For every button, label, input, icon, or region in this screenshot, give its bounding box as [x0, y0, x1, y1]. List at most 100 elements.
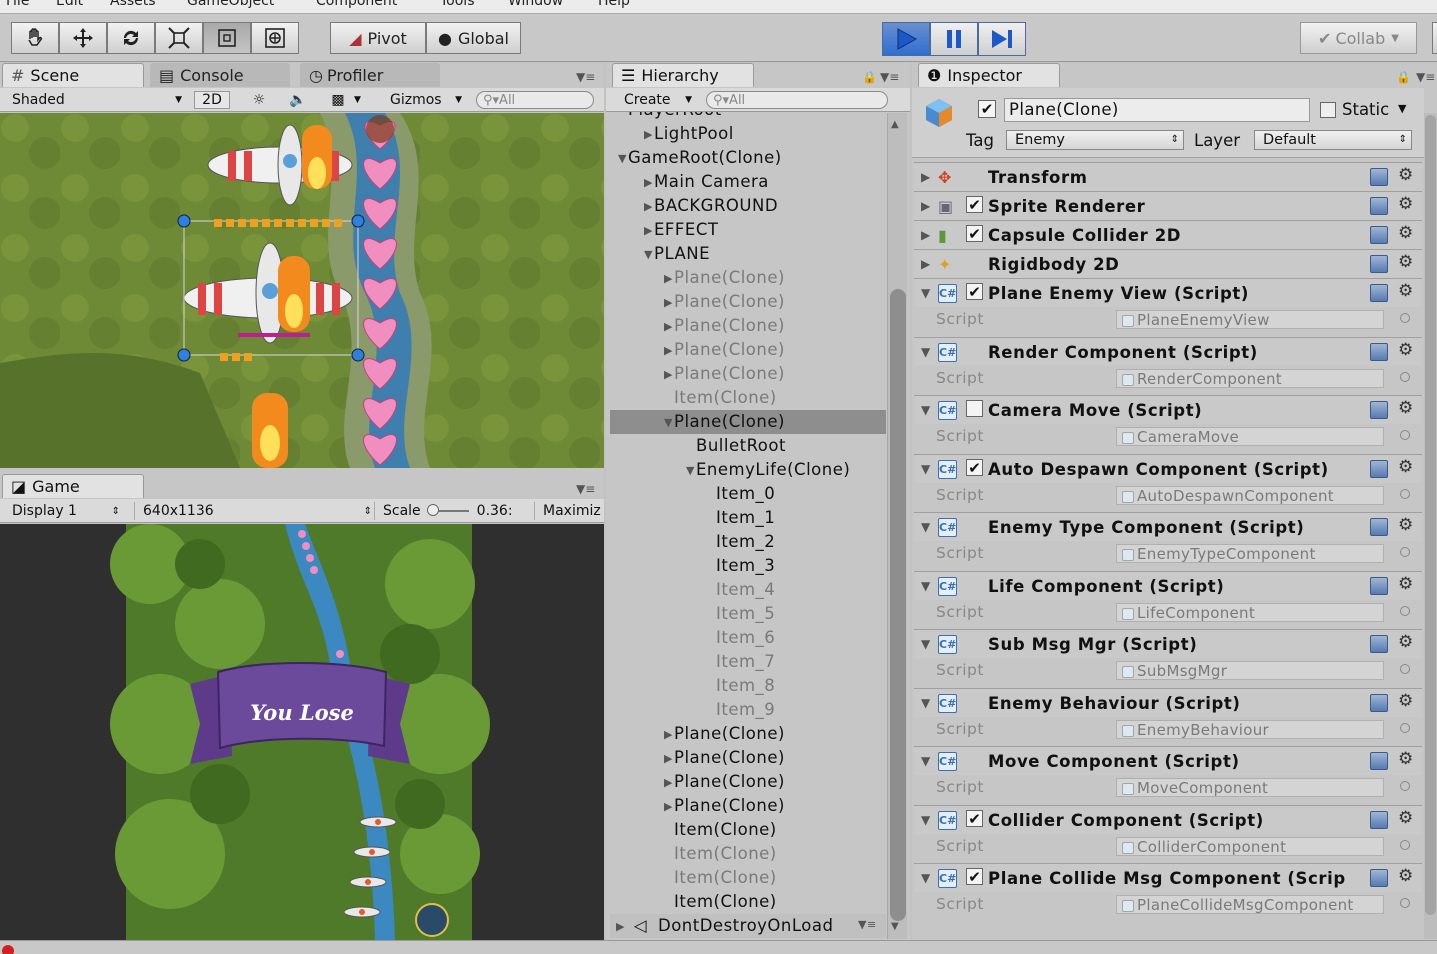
script-field-value[interactable]: EnemyTypeComponent [1116, 544, 1384, 563]
tab-hierarchy[interactable]: ☰ Hierarchy [612, 63, 754, 87]
expand-right-icon[interactable]: ▶ [921, 199, 930, 213]
gear-icon[interactable]: ⚙ [1398, 165, 1413, 185]
help-book-icon[interactable] [1370, 576, 1388, 595]
hierarchy-row[interactable]: Item_3 [610, 554, 886, 578]
expand-right-icon[interactable]: ▶ [664, 296, 674, 309]
component-header[interactable]: ▼ C# ✔ Auto Despawn Component (Script) ⚙ [914, 453, 1422, 483]
scene-menu-icon[interactable]: ▼≡ [858, 918, 877, 931]
object-picker-icon[interactable] [1400, 547, 1410, 557]
help-book-icon[interactable] [1370, 255, 1388, 273]
tab-profiler[interactable]: ◷ Profiler [300, 63, 440, 87]
component-header[interactable]: ▼ C# ✔ Plane Enemy View (Script) ⚙ [914, 278, 1422, 307]
menu-component[interactable]: Component [316, 0, 397, 9]
hierarchy-row[interactable]: Item_8 [610, 674, 886, 698]
expand-down-icon[interactable]: ▼ [921, 286, 930, 300]
lock-icon[interactable]: 🔒 [1396, 70, 1411, 84]
object-picker-icon[interactable] [1400, 664, 1410, 674]
gear-icon[interactable]: ⚙ [1398, 574, 1413, 594]
expand-down-icon[interactable]: ▼ [921, 637, 930, 651]
pause-button[interactable] [930, 22, 978, 56]
expand-down-icon[interactable]: ▼ [921, 462, 930, 476]
expand-down-icon[interactable]: ▼ [644, 248, 654, 261]
rotate-tool-button[interactable] [107, 22, 155, 54]
component-enabled-checkbox[interactable]: ✔ [966, 196, 983, 213]
script-field-value[interactable]: CameraMove [1116, 427, 1384, 446]
gear-icon[interactable]: ⚙ [1398, 340, 1413, 360]
hierarchy-row[interactable]: Item_5 [610, 602, 886, 626]
layer-dropdown[interactable]: Default ⇕ [1254, 130, 1412, 150]
component-header[interactable]: ▶ ✥ Transform ⚙ [914, 162, 1422, 191]
expand-down-icon[interactable]: ▼ [921, 813, 930, 827]
component-enabled-checkbox[interactable]: ✔ [966, 809, 983, 827]
panel-menu-icon[interactable]: ▼≡ [576, 70, 595, 84]
global-toggle[interactable]: ● Global [426, 22, 521, 54]
help-book-icon[interactable] [1370, 693, 1388, 712]
menu-gameobject[interactable]: GameObject [187, 0, 274, 9]
component-enabled-checkbox[interactable] [966, 400, 983, 417]
script-field-value[interactable]: LifeComponent [1116, 602, 1384, 622]
expand-down-icon[interactable]: ▼ [921, 403, 930, 417]
gear-icon[interactable]: ⚙ [1398, 252, 1413, 272]
tab-console[interactable]: ▤ Console [150, 63, 290, 87]
gear-icon[interactable]: ⚙ [1398, 866, 1413, 886]
help-book-icon[interactable] [1370, 518, 1388, 536]
hierarchy-row[interactable]: Item_7 [610, 650, 886, 674]
expand-down-icon[interactable]: ▼ [921, 871, 930, 885]
object-picker-icon[interactable] [1400, 430, 1410, 440]
hierarchy-row[interactable]: ▼ GameRoot(Clone) [610, 146, 886, 170]
component-header[interactable]: ▼ C# Enemy Behaviour (Script) ⚙ [914, 687, 1422, 717]
script-field-value[interactable]: ColliderComponent [1116, 836, 1384, 856]
help-book-icon[interactable] [1370, 459, 1388, 478]
collab-button[interactable]: ✔ Collab ▼ [1300, 22, 1417, 54]
help-book-icon[interactable] [1370, 284, 1388, 302]
component-enabled-checkbox[interactable]: ✔ [966, 458, 983, 476]
expand-right-icon[interactable]: ▶ [664, 752, 674, 765]
object-picker-icon[interactable] [1400, 371, 1410, 382]
component-enabled-checkbox[interactable]: ✔ [966, 283, 983, 300]
expand-right-icon[interactable]: ▶ [664, 728, 674, 741]
scene-viewport[interactable] [0, 113, 604, 468]
expand-right-icon[interactable]: ▶ [644, 224, 654, 237]
gear-icon[interactable]: ⚙ [1398, 808, 1413, 828]
component-header[interactable]: ▶ ▮ ✔ Capsule Collider 2D ⚙ [914, 220, 1422, 249]
inspector-scroll-thumb[interactable] [1425, 115, 1436, 915]
hierarchy-row[interactable]: ▼ Plane(Clone) [610, 410, 886, 434]
shading-dropdown[interactable]: Shaded ▼ [12, 91, 182, 109]
scale-tool-button[interactable] [155, 22, 203, 54]
gear-icon[interactable]: ⚙ [1398, 457, 1413, 477]
gear-icon[interactable]: ⚙ [1398, 749, 1413, 769]
expand-down-icon[interactable]: ▼ [921, 345, 930, 359]
component-header[interactable]: ▶ ▣ ✔ Sprite Renderer ⚙ [914, 191, 1422, 220]
hierarchy-row[interactable]: ▶ Plane(Clone) [610, 770, 886, 794]
menu-help[interactable]: Help [598, 0, 630, 9]
scroll-up-icon[interactable]: ▲ [891, 119, 899, 130]
help-book-icon[interactable] [1370, 810, 1388, 829]
component-header[interactable]: ▼ C# Move Component (Script) ⚙ [914, 746, 1422, 775]
resolution-dropdown[interactable]: 640x1136 ⇕ [134, 502, 372, 520]
panel-menu-icon[interactable]: ▼≡ [1416, 70, 1435, 84]
object-name-input[interactable]: Plane(Clone) [1004, 98, 1310, 122]
hierarchy-row[interactable]: PlayerRoot [610, 112, 886, 122]
scale-slider-thumb[interactable] [426, 504, 439, 516]
hierarchy-row[interactable]: Item(Clone) [610, 818, 886, 842]
active-checkbox[interactable]: ✔ [978, 100, 996, 118]
component-header[interactable]: ▼ C# ✔ Plane Collide Msg Component (Scrip ⚙ [914, 863, 1422, 892]
tab-scene[interactable]: # Scene [2, 63, 144, 87]
tab-inspector[interactable]: ❶ Inspector [918, 63, 1060, 87]
static-checkbox[interactable] [1320, 102, 1336, 118]
scroll-down-icon[interactable]: ▼ [891, 921, 899, 932]
hierarchy-row[interactable]: Item_6 [610, 626, 886, 650]
menu-tools[interactable]: Tools [440, 0, 475, 9]
account-button[interactable] [1432, 22, 1437, 54]
expand-right-icon[interactable]: ▶ [921, 257, 930, 271]
hierarchy-row[interactable]: Item(Clone) [610, 386, 886, 410]
script-field-value[interactable]: AutoDespawnComponent [1116, 485, 1384, 505]
expand-down-icon[interactable]: ▼ [921, 696, 930, 710]
pivot-toggle[interactable]: ◢ Pivot [330, 22, 426, 54]
object-picker-icon[interactable] [1400, 781, 1410, 791]
hierarchy-row[interactable]: ▶ Plane(Clone) [610, 266, 886, 290]
hierarchy-search-input[interactable]: ⚲▾ All [706, 91, 888, 109]
expand-right-icon[interactable]: ▶ [616, 920, 626, 933]
inspector-scrollbar[interactable] [1424, 113, 1437, 939]
component-enabled-checkbox[interactable]: ✔ [966, 868, 983, 885]
